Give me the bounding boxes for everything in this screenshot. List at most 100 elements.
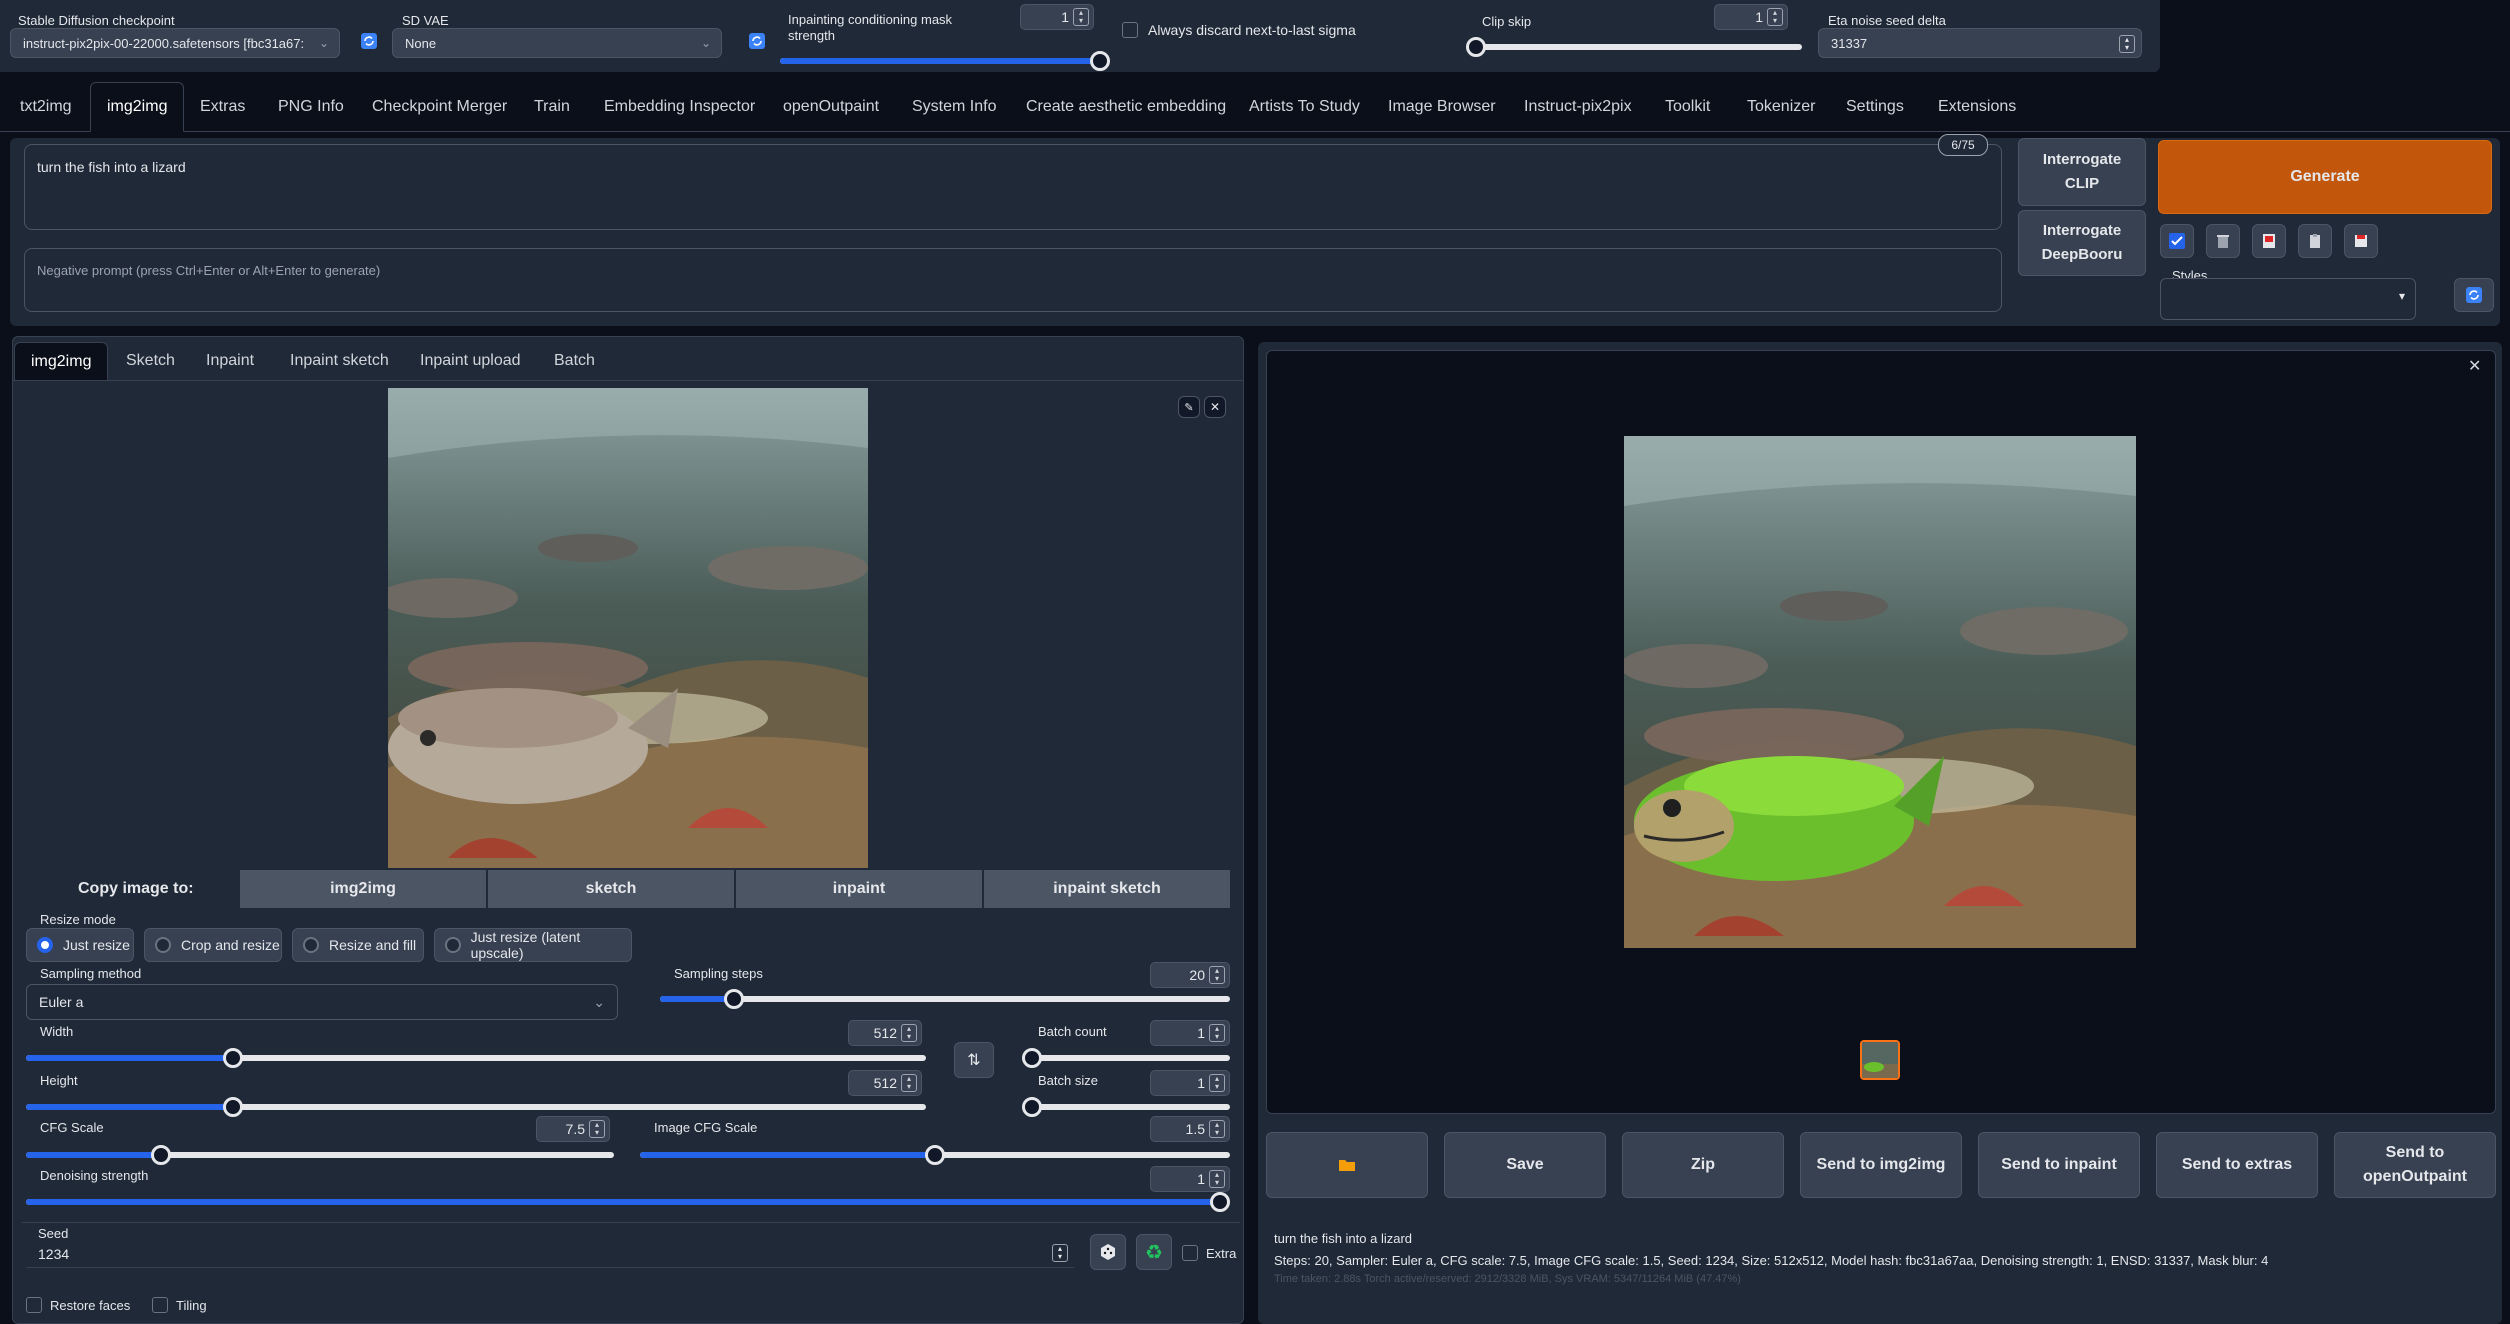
resize-option-resize-and-fill[interactable]: Resize and fill [292,928,424,962]
copy-to-img2img-button[interactable]: img2img [240,870,486,908]
tiling-checkbox[interactable] [152,1297,168,1313]
tab-artists-to-study[interactable]: Artists To Study [1249,82,1360,132]
resize-option-crop-and-resize[interactable]: Crop and resize [144,928,282,962]
extra-seed-checkbox[interactable] [1182,1245,1198,1261]
slider-thumb[interactable] [724,989,745,1009]
tab-toolkit[interactable]: Toolkit [1665,82,1710,132]
checkpoint-dropdown[interactable]: instruct-pix2pix-00-22000.safetensors [f… [10,28,340,58]
height-input[interactable]: 512 ▴ ▾ [848,1070,922,1096]
slider-thumb[interactable] [1090,51,1110,71]
slider-thumb[interactable] [1210,1192,1230,1212]
tab-extras[interactable]: Extras [200,82,245,132]
negative-prompt-textarea[interactable]: Negative prompt (press Ctrl+Enter or Alt… [24,248,2002,312]
tiling-option[interactable]: Tiling [152,1297,207,1313]
generate-button[interactable]: Generate [2158,140,2492,214]
source-image[interactable] [388,388,868,868]
stepper-icon[interactable]: ▴ ▾ [1209,966,1225,984]
seed-input[interactable]: 1234 ▴ ▾ [26,1240,1074,1268]
clip-skip-slider[interactable] [1466,37,1802,57]
refresh-vae-icon[interactable] [744,28,770,54]
batch-size-slider[interactable] [1022,1097,1230,1117]
save-style-icon[interactable] [2344,224,2378,258]
reuse-seed-recycle-icon[interactable]: ♻ [1136,1234,1172,1270]
slider-thumb[interactable] [1466,37,1486,57]
height-slider[interactable] [26,1097,926,1117]
send-to-img2img-button[interactable]: Send to img2img [1800,1132,1962,1198]
open-folder-button[interactable] [1266,1132,1428,1198]
tab-txt2img[interactable]: txt2img [20,82,72,132]
slider-thumb[interactable] [223,1097,243,1117]
subtab-inpaint[interactable]: Inpaint [206,342,254,380]
mask-strength-input[interactable]: 1 ▴ ▾ [1020,4,1094,30]
mask-strength-slider[interactable] [780,51,1110,71]
cfg-scale-slider[interactable] [26,1145,614,1165]
image-cfg-scale-input[interactable]: 1.5 ▴ ▾ [1150,1116,1230,1142]
batch-size-input[interactable]: 1 ▴ ▾ [1150,1070,1230,1096]
tab-tokenizer[interactable]: Tokenizer [1747,82,1815,132]
vae-dropdown[interactable]: None ⌄ [392,28,722,58]
discard-sigma-checkbox[interactable] [1122,22,1138,38]
swap-dimensions-icon[interactable]: ⇅ [954,1042,994,1078]
copy-to-inpaint-sketch-button[interactable]: inpaint sketch [984,870,1230,908]
batch-count-input[interactable]: 1 ▴ ▾ [1150,1020,1230,1046]
interrogate-clip-button[interactable]: Interrogate CLIP [2018,138,2146,206]
subtab-inpaint-upload[interactable]: Inpaint upload [420,342,521,380]
tab-checkpoint-merger[interactable]: Checkpoint Merger [372,82,507,132]
close-gallery-icon[interactable]: ✕ [2468,356,2481,376]
stepper-icon[interactable]: ▴ ▾ [1767,8,1783,26]
tab-png-info[interactable]: PNG Info [278,82,344,132]
tab-embedding-inspector[interactable]: Embedding Inspector [604,82,755,132]
batch-count-slider[interactable] [1022,1048,1230,1068]
restore-faces-option[interactable]: Restore faces [26,1297,130,1313]
discard-sigma-option[interactable]: Always discard next-to-last sigma [1122,22,1356,38]
paste-params-icon[interactable] [2160,224,2194,258]
cfg-scale-input[interactable]: 7.5 ▴ ▾ [536,1116,610,1142]
tab-img2img[interactable]: img2img [90,82,185,132]
interrogate-deepbooru-button[interactable]: Interrogate DeepBooru [2018,210,2146,276]
refresh-checkpoint-icon[interactable] [356,28,382,54]
sampling-steps-input[interactable]: 20 ▴ ▾ [1150,962,1230,988]
eta-input[interactable]: 31337 ▴ ▾ [1818,28,2142,58]
clipboard-icon[interactable] [2298,224,2332,258]
stepper-icon[interactable]: ▴ ▾ [1209,1024,1225,1042]
tab-train[interactable]: Train [534,82,570,132]
copy-to-sketch-button[interactable]: sketch [488,870,734,908]
tab-openoutpaint[interactable]: openOutpaint [783,82,879,132]
edit-icon[interactable]: ✎ [1178,396,1200,418]
restore-faces-checkbox[interactable] [26,1297,42,1313]
extra-seed-option[interactable]: Extra [1182,1245,1236,1261]
resize-option-just-resize[interactable]: Just resize [26,928,134,962]
sampling-steps-slider[interactable] [660,989,1230,1009]
subtab-img2img[interactable]: img2img [14,342,109,380]
stepper-icon[interactable]: ▴ ▾ [1209,1120,1225,1138]
tab-image-browser[interactable]: Image Browser [1388,82,1496,132]
prompt-textarea[interactable]: turn the fish into a lizard [24,144,2002,230]
slider-thumb[interactable] [1022,1097,1042,1117]
clip-skip-input[interactable]: 1 ▴ ▾ [1714,4,1788,30]
output-image[interactable] [1624,436,2136,948]
styles-dropdown[interactable]: ▾ [2160,278,2416,320]
slider-thumb[interactable] [223,1048,243,1068]
subtab-batch[interactable]: Batch [554,342,595,380]
random-seed-dice-icon[interactable] [1090,1234,1126,1270]
resize-option-just-resize-latent-upscale-[interactable]: Just resize (latent upscale) [434,928,632,962]
send-to-openoutpaint-button[interactable]: Send to openOutpaint [2334,1132,2496,1198]
sampling-method-dropdown[interactable]: Euler a ⌄ [26,984,618,1020]
gallery-thumbnail[interactable] [1860,1040,1900,1080]
stepper-icon[interactable]: ▴ ▾ [1209,1074,1225,1092]
stepper-icon[interactable]: ▴ ▾ [1052,1244,1068,1262]
denoising-input[interactable]: 1 ▴ ▾ [1150,1166,1230,1192]
tab-instruct-pix2pix[interactable]: Instruct-pix2pix [1524,82,1632,132]
extra-networks-icon[interactable] [2252,224,2286,258]
slider-thumb[interactable] [925,1145,945,1165]
save-button[interactable]: Save [1444,1132,1606,1198]
zip-button[interactable]: Zip [1622,1132,1784,1198]
tab-create-aesthetic-embedding[interactable]: Create aesthetic embedding [1026,82,1226,132]
send-to-inpaint-button[interactable]: Send to inpaint [1978,1132,2140,1198]
width-input[interactable]: 512 ▴ ▾ [848,1020,922,1046]
slider-thumb[interactable] [1022,1048,1042,1068]
send-to-extras-button[interactable]: Send to extras [2156,1132,2318,1198]
stepper-icon[interactable]: ▴ ▾ [1209,1170,1225,1188]
stepper-icon[interactable]: ▴ ▾ [1073,8,1089,26]
tab-settings[interactable]: Settings [1846,82,1904,132]
